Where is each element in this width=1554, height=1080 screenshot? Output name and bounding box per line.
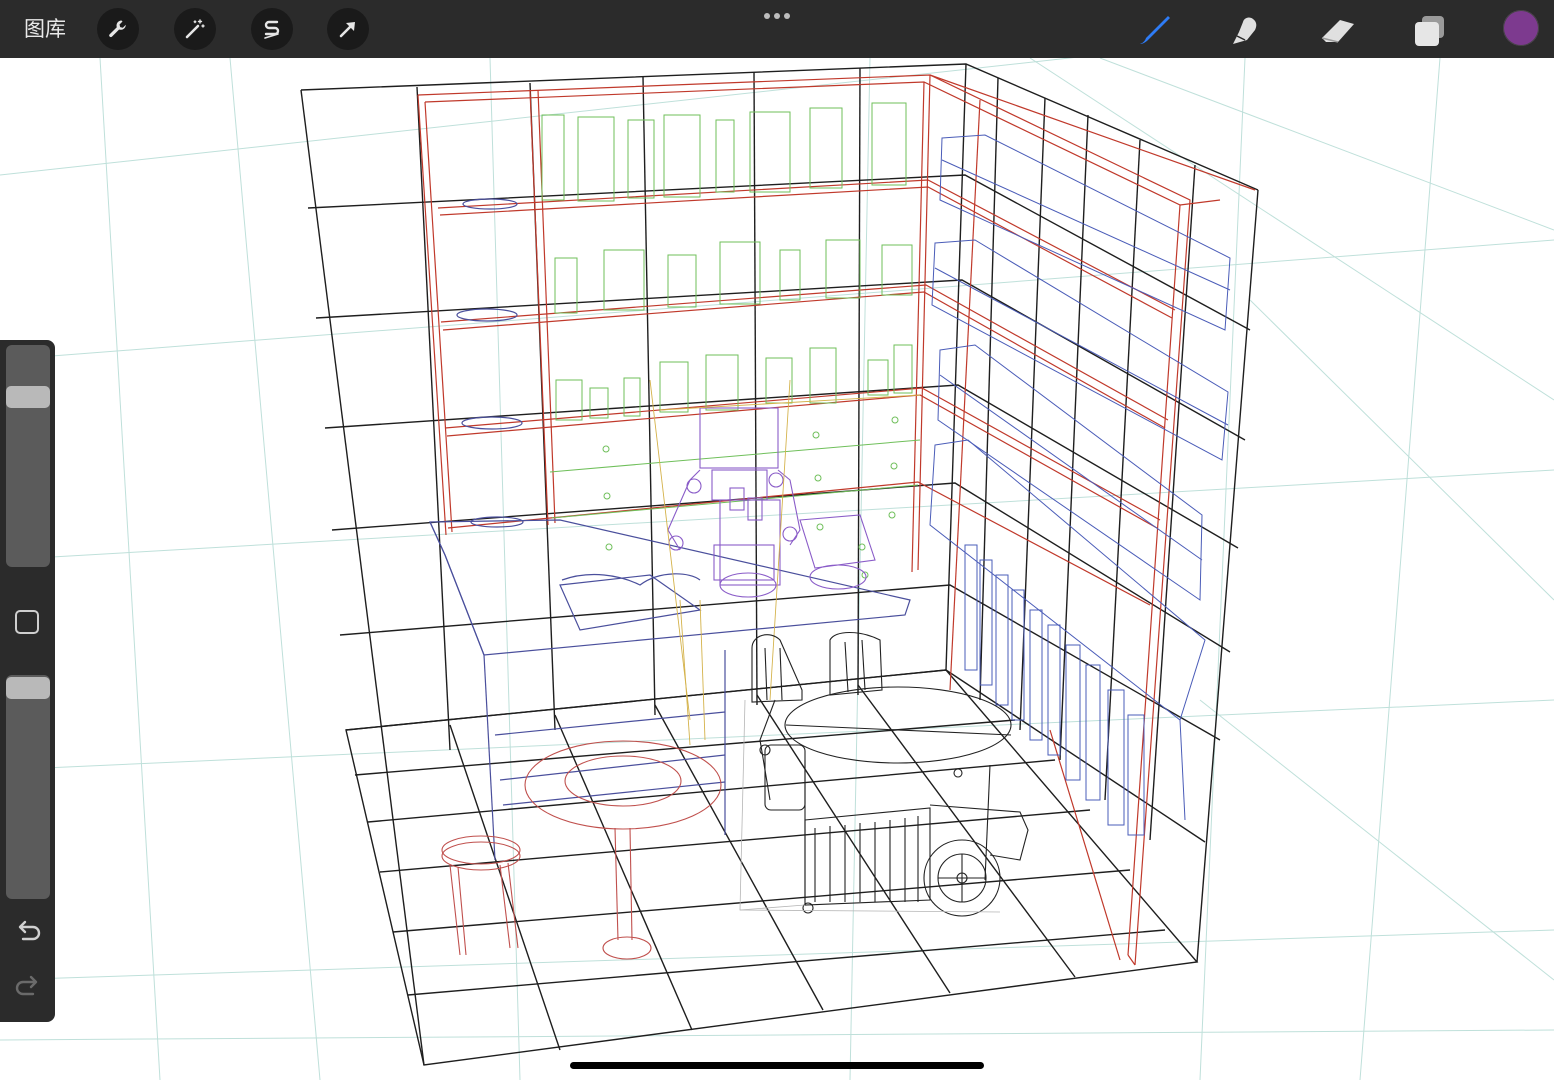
brush-tool-button[interactable] [1134,10,1174,50]
opacity-thumb[interactable] [6,677,50,699]
home-indicator [570,1062,984,1069]
selection-s-icon [264,20,280,39]
brush-icon [1140,16,1170,44]
brush-size-slider[interactable] [6,345,50,567]
actions-button[interactable] [97,8,139,50]
wrench-icon [109,20,126,38]
adjustments-button[interactable] [174,8,216,50]
ellipsis-icon[interactable] [762,11,792,21]
magic-wand-icon [185,19,205,39]
side-toolbar [0,340,55,1022]
top-toolbar: 图库 [0,0,1554,58]
eraser-icon [1321,20,1354,43]
drawer-knobs [549,416,921,579]
table-and-stool [441,740,722,960]
layers-icon [1415,16,1444,46]
color-picker-button[interactable] [1503,10,1539,46]
smudge-finger-icon [1233,17,1257,44]
square-modify-icon[interactable] [15,610,39,634]
gallery-button[interactable]: 图库 [24,14,66,44]
selection-button[interactable] [251,8,293,50]
books-front [541,102,913,421]
redo-icon[interactable] [13,972,43,1002]
opacity-slider[interactable] [6,675,50,899]
transform-button[interactable] [327,8,369,50]
drawing-canvas[interactable] [0,58,1554,1080]
brush-size-thumb[interactable] [6,386,50,408]
smudge-tool-button[interactable] [1225,10,1265,50]
arrow-cursor-icon [339,22,355,38]
layers-button[interactable] [1410,10,1450,50]
eraser-tool-button[interactable] [1318,10,1358,50]
undo-icon[interactable] [13,917,43,947]
